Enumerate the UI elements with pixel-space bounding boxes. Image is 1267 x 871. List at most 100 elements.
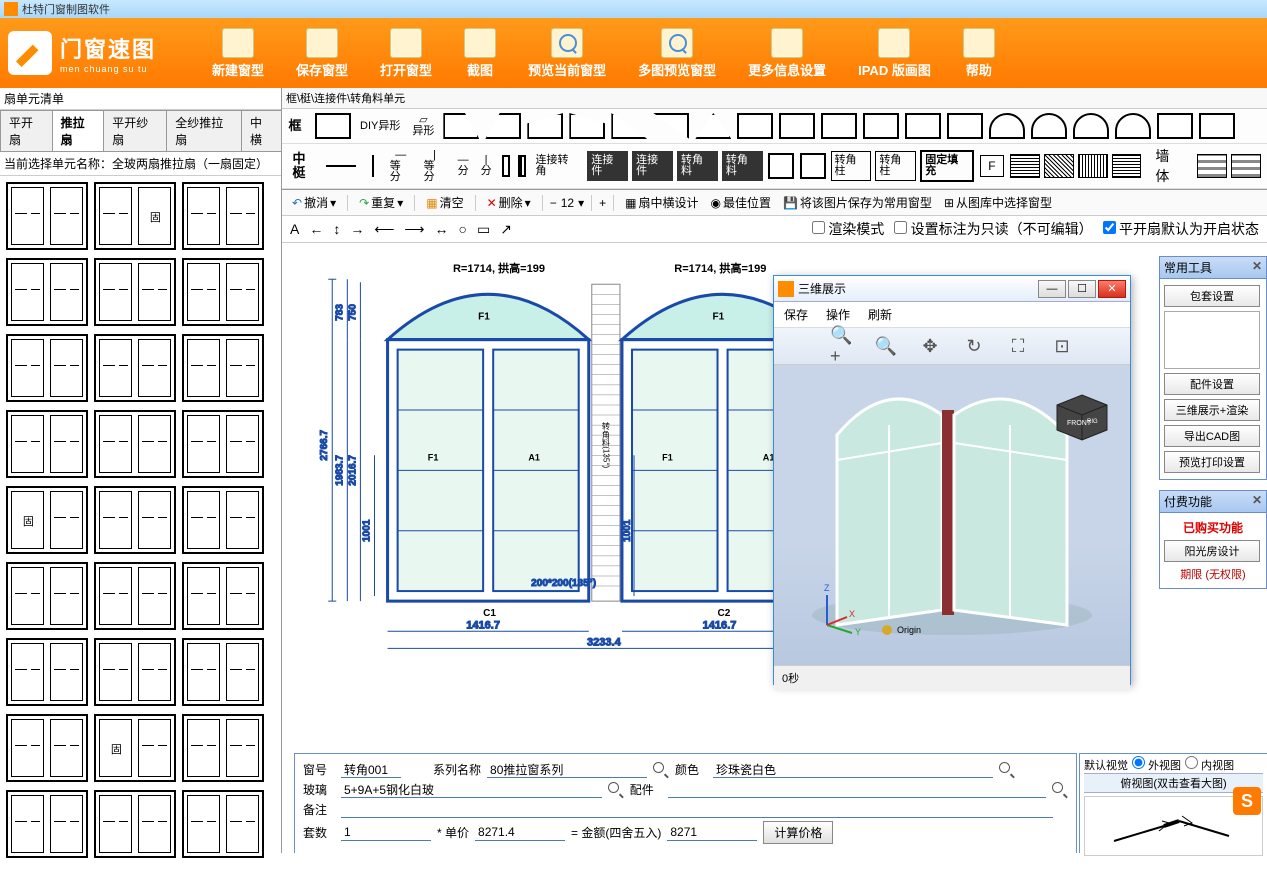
minimize-btn[interactable]: — [1038,280,1066,298]
door-template[interactable] [94,486,176,554]
viewer-3d-window[interactable]: 三维展示 — ☐ ✕ 保存 操作 刷新 🔍+ 🔍 ✥ ↻ ⛶ ⊡ [773,275,1131,685]
viewer-render[interactable]: FRONT RIG Z Y X Origin [774,365,1130,665]
wall-hatch[interactable] [1231,154,1261,178]
tb-new[interactable]: 新建窗型 [212,28,264,79]
shape[interactable] [821,113,857,139]
tb-screenshot[interactable]: 截图 [464,28,496,79]
tool-arrow[interactable]: ↕ [333,221,340,237]
daochu-btn[interactable]: 导出CAD图 [1164,425,1260,447]
door-template[interactable] [94,258,176,326]
print-btn[interactable]: 预览打印设置 [1164,451,1260,473]
dengfen-v-btn[interactable]: |等分 [420,147,450,186]
close-icon[interactable]: ✕ [1252,259,1262,276]
door-template[interactable] [94,334,176,402]
door-template[interactable] [182,410,264,478]
shape-arc[interactable] [1031,113,1067,139]
door-template[interactable] [182,790,264,858]
door-template[interactable] [94,714,176,782]
door-template[interactable] [6,790,88,858]
readonly-chk[interactable]: 设置标注为只读（不可编辑） [894,219,1092,239]
tool-arrow[interactable]: → [350,221,364,237]
tool-arrow[interactable]: ⟵ [374,221,394,238]
tool-arrow[interactable]: ↔ [435,221,449,237]
calc-price-btn[interactable]: 计算价格 [763,821,833,844]
viewer-menu-oper[interactable]: 操作 [826,306,850,323]
fen-v-btn[interactable]: |分 [477,152,496,180]
tool-a[interactable]: A [290,221,299,237]
door-template[interactable] [6,486,88,554]
tb-ipad[interactable]: IPAD 版画图 [858,28,931,79]
shape[interactable] [518,155,526,177]
door-template[interactable] [94,638,176,706]
door-template[interactable] [6,334,88,402]
door-template[interactable] [94,182,176,250]
sanwei-btn[interactable]: 三维展示+渲染 [1164,399,1260,421]
xilie-input[interactable] [487,761,647,778]
tab-quansha[interactable]: 全纱推拉扇 [166,110,242,151]
tb-multi-preview[interactable]: 多图预览窗型 [638,28,716,79]
yanse-input[interactable] [713,761,993,778]
zoom-in-icon[interactable]: 🔍+ [830,334,854,358]
shape[interactable] [768,153,794,179]
tb-preview[interactable]: 预览当前窗型 [528,28,606,79]
baotao-btn[interactable]: 包套设置 [1164,285,1260,307]
tb-help[interactable]: 帮助 [963,28,995,79]
shape-arc[interactable] [1115,113,1151,139]
zhuanjiao2-btn[interactable]: 转角料 [722,151,763,181]
shape-arc[interactable] [989,113,1025,139]
shape[interactable] [443,113,479,139]
shape-yixing[interactable]: ▱异形 [408,112,438,140]
shape[interactable] [569,113,605,139]
peijian-btn[interactable]: 配件设置 [1164,373,1260,395]
maximize-btn[interactable]: ☐ [1068,280,1096,298]
lianjiejian2-btn[interactable]: 连接件 [632,151,673,181]
danjia-input[interactable] [475,824,565,841]
tool-rect[interactable]: ▭ [477,221,490,238]
peijian-input[interactable] [668,781,1046,798]
viewer-menu-save[interactable]: 保存 [784,306,808,323]
viewer-menu-refresh[interactable]: 刷新 [868,306,892,323]
f-btn[interactable]: F [980,155,1004,177]
lianjiejian-btn[interactable]: 连接件 [587,151,628,181]
shape[interactable] [737,113,773,139]
size-dd[interactable]: ▾ [578,196,584,210]
tool-arrow[interactable]: ↗ [500,221,512,238]
shape-diy[interactable]: DIY异形 [356,118,404,135]
tab-pingkai[interactable]: 平开扇 [0,110,53,151]
from-gallery-btn[interactable]: ⊞从图库中选择窗型 [940,193,1056,212]
shape-arc[interactable] [1073,113,1109,139]
tool-arrow[interactable]: ← [309,221,323,237]
tb-save[interactable]: 保存窗型 [296,28,348,79]
shape[interactable] [527,113,563,139]
door-template[interactable] [182,638,264,706]
search-icon[interactable] [653,762,669,778]
guding-btn[interactable]: 固定填充 [920,150,974,182]
outside-radio[interactable]: 外视图 [1132,756,1181,773]
shape[interactable] [485,113,521,139]
tab-zhongheng[interactable]: 中横 [241,110,282,151]
pan-icon[interactable]: ✥ [918,334,942,358]
door-grid[interactable] [0,176,281,871]
door-template[interactable] [6,714,88,782]
shape[interactable] [653,113,689,139]
zhuanjiao-btn[interactable]: 转角料 [677,151,718,181]
boli-input[interactable] [341,781,602,798]
zhuanjiaozhu-btn[interactable]: 转角柱 [831,151,872,181]
fen-btn[interactable]: —分 [454,152,473,180]
shape[interactable] [905,113,941,139]
viewer-titlebar[interactable]: 三维展示 — ☐ ✕ [774,276,1130,302]
hatch[interactable] [1112,154,1142,178]
shape[interactable] [863,113,899,139]
default-open-chk[interactable]: 平开扇默认为开启状态 [1103,219,1259,239]
sogou-ime-icon[interactable]: S [1233,787,1261,815]
plus-btn[interactable]: + [599,196,606,210]
shape[interactable] [779,113,815,139]
minus-btn[interactable]: − [550,196,557,210]
save-as-common-btn[interactable]: 💾将该图片保存为常用窗型 [779,193,936,212]
redo-btn[interactable]: ↷重复▾ [355,193,407,212]
lianjie-zhuanjiao-btn[interactable]: 连接转角 [532,152,584,180]
shape[interactable] [1199,113,1235,139]
wall-hatch[interactable] [1197,154,1227,178]
taoshu-input[interactable] [341,824,431,841]
door-template[interactable] [6,410,88,478]
